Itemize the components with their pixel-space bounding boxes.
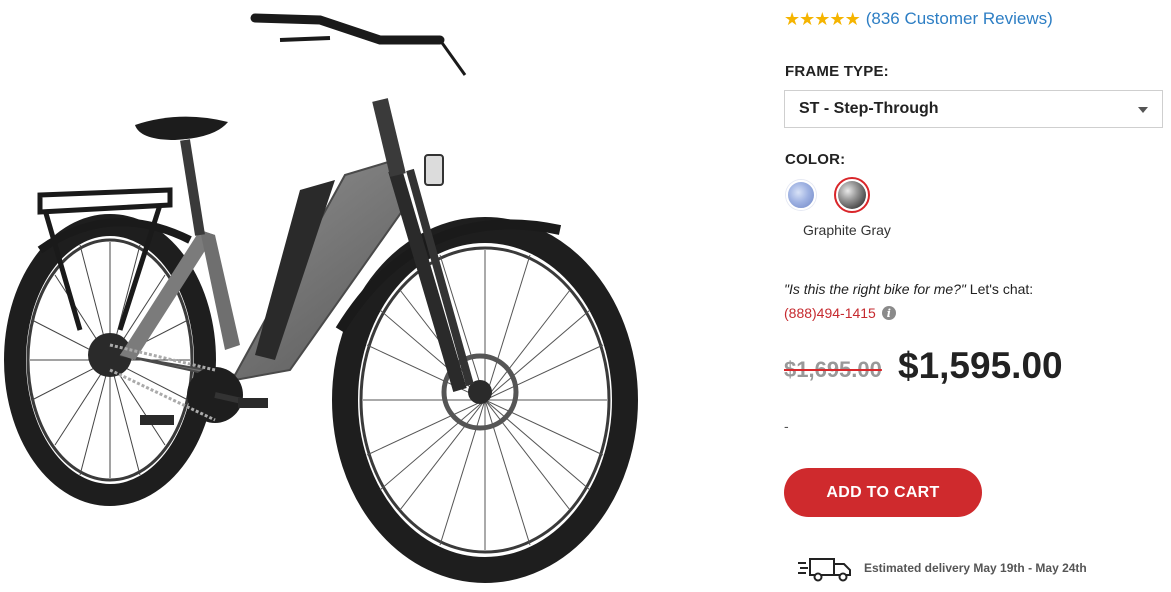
product-details-panel: ★ ★ ★ ★ ★ (836 Customer Reviews) FRAME T…: [784, 0, 1171, 592]
customer-reviews-link[interactable]: (836 Customer Reviews): [866, 9, 1053, 29]
color-swatch-blue[interactable]: [786, 180, 816, 210]
star-icon: ★: [784, 9, 801, 29]
delivery-truck-icon: [798, 558, 851, 582]
original-price: $1,695.00: [784, 357, 882, 382]
frame-type-label: FRAME TYPE:: [785, 63, 889, 80]
selected-color-name: Graphite Gray: [803, 222, 891, 238]
estimated-delivery: Estimated delivery May 19th - May 24th: [798, 554, 1087, 582]
star-icon: ★: [799, 9, 816, 29]
phone-link[interactable]: (888)494-1415: [784, 305, 876, 321]
color-label: COLOR:: [785, 151, 846, 168]
frame-type-selected-value: ST - Step-Through: [799, 100, 939, 117]
star-icon: ★: [814, 9, 831, 29]
delivery-text: Estimated delivery May 19th - May 24th: [864, 561, 1087, 575]
star-icon: ★: [829, 9, 846, 29]
separator-dash: -: [784, 418, 789, 434]
chat-prompt: "Is this the right bike for me?" Let's c…: [784, 281, 1033, 297]
swatch-fill: [838, 181, 866, 209]
bike-illustration: [4, 13, 638, 583]
color-swatch-graphite-gray[interactable]: [834, 177, 870, 213]
star-rating: ★ ★ ★ ★ ★: [784, 9, 861, 29]
frame-type-select[interactable]: ST - Step-Through: [784, 90, 1163, 128]
sale-price: $1,595.00: [898, 345, 1063, 386]
rating-row: ★ ★ ★ ★ ★ (836 Customer Reviews): [784, 9, 1053, 29]
rear-wheel: [4, 214, 216, 506]
chat-suffix: Let's chat:: [965, 281, 1034, 297]
add-to-cart-button[interactable]: ADD TO CART: [784, 468, 982, 517]
star-icon: ★: [844, 9, 861, 29]
product-image: [0, 0, 720, 592]
chevron-down-icon: [1138, 107, 1148, 113]
chat-question: "Is this the right bike for me?": [784, 281, 966, 297]
front-wheel: [332, 217, 638, 583]
info-icon[interactable]: i: [881, 306, 896, 320]
phone-row: (888)494-1415 i: [784, 305, 896, 321]
